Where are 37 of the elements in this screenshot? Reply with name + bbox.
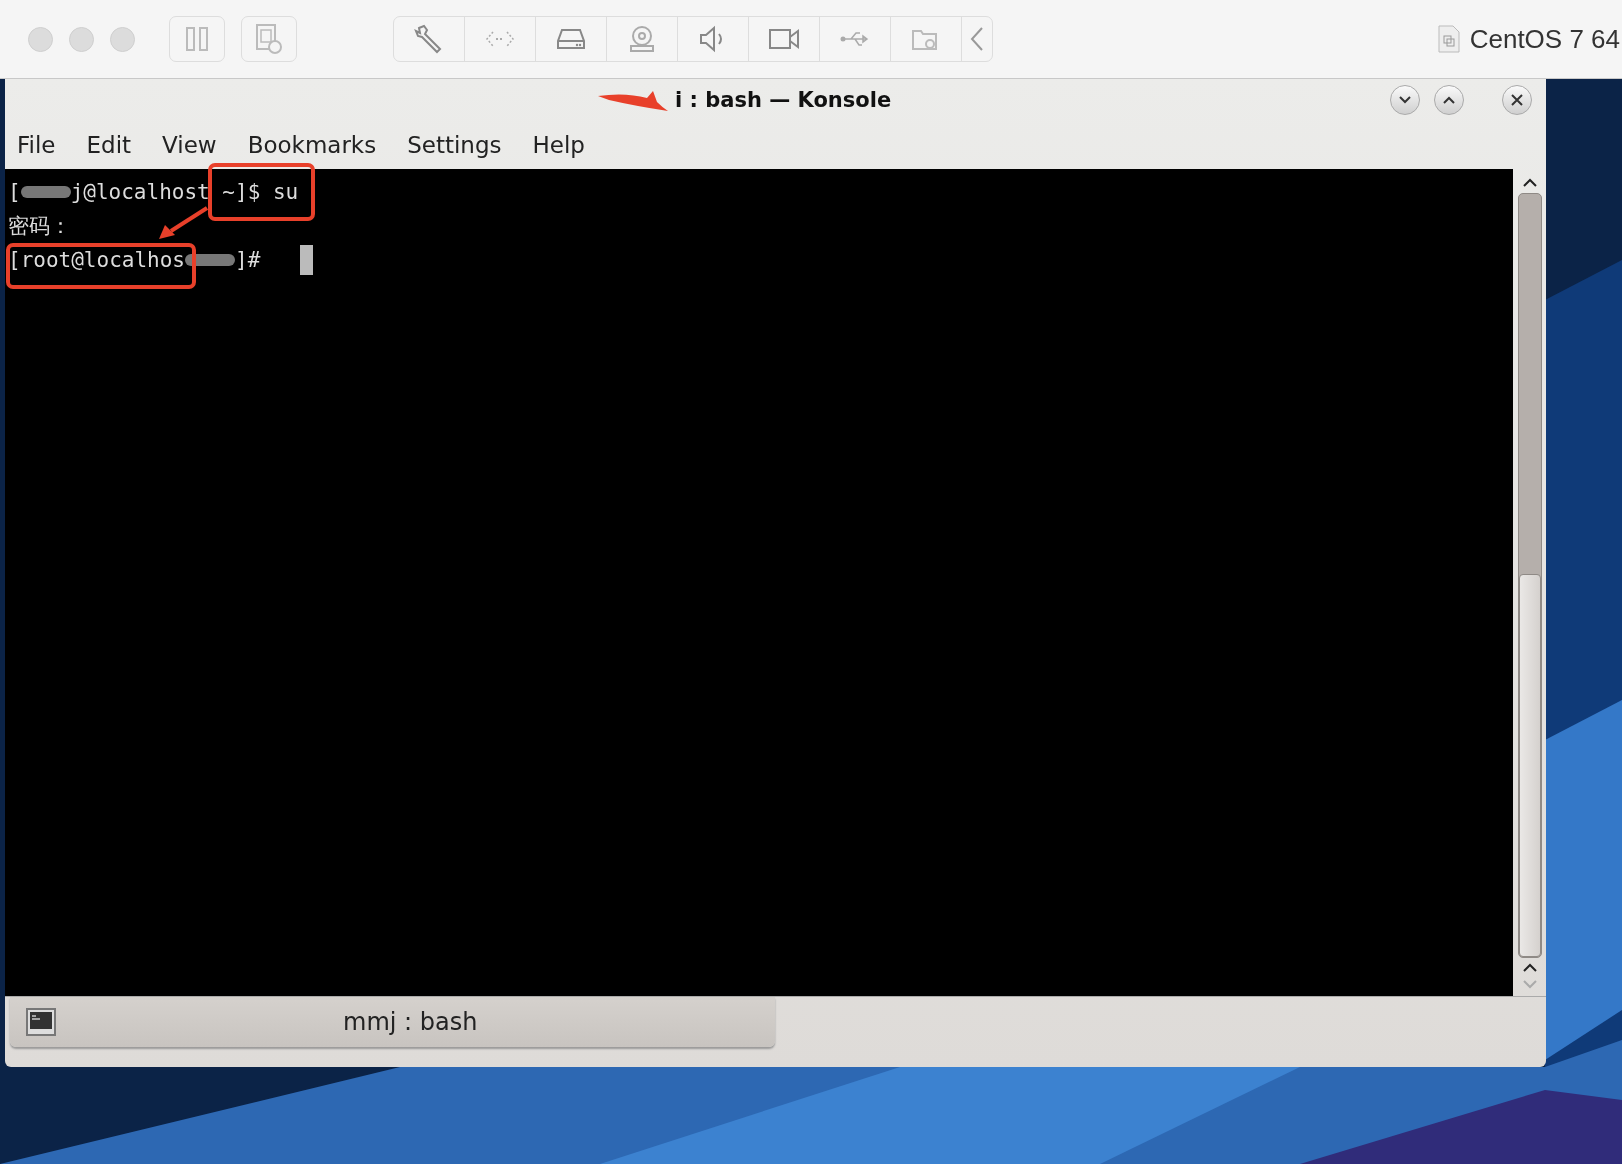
close-icon [1510,93,1524,107]
window-control-dot[interactable] [69,26,94,52]
menu-item[interactable]: Edit [86,132,132,158]
terminal-icon [26,1008,56,1036]
pause-button[interactable] [169,16,225,62]
session-tab[interactable]: mmj : bash [10,997,775,1047]
snapshot-icon [254,23,284,55]
chevron-up-icon [1442,95,1456,105]
chevron-down-icon [1398,95,1412,105]
terminal-text: [ [8,180,21,204]
minimize-button[interactable] [1390,85,1420,115]
terminal-text: [root@localhos [8,248,185,272]
scroll-handle[interactable] [1518,573,1541,957]
annotation-arrow [157,205,209,241]
scroll-up-icon[interactable] [1521,177,1538,189]
window-title: i : bash — Konsole [675,88,892,112]
pause-icon [184,25,210,53]
redaction-mark [20,186,71,198]
close-button[interactable] [1502,85,1532,115]
snapshot-button[interactable] [241,16,297,62]
menu-item[interactable]: Help [532,132,585,158]
menu-item[interactable]: Bookmarks [247,132,377,158]
document-icon [1437,25,1460,53]
window-control-dot[interactable] [28,26,53,52]
maximize-button[interactable] [1434,85,1464,115]
menu-item[interactable]: View [162,132,217,158]
window-control-dot[interactable] [110,26,135,52]
terminal-text: j@localhost ~]$ su [70,180,299,204]
redaction-mark [185,254,235,266]
vm-name: CentOS 7 64 [1469,23,1620,55]
menu-item[interactable]: Settings [407,132,502,158]
menu-item[interactable]: File [17,132,56,158]
terminal-text: 密码： [8,213,71,240]
scroll-up-icon[interactable] [1521,962,1538,974]
text-cursor [299,245,313,275]
scroll-down-icon [1521,978,1538,990]
terminal-text: ]# [235,248,262,272]
